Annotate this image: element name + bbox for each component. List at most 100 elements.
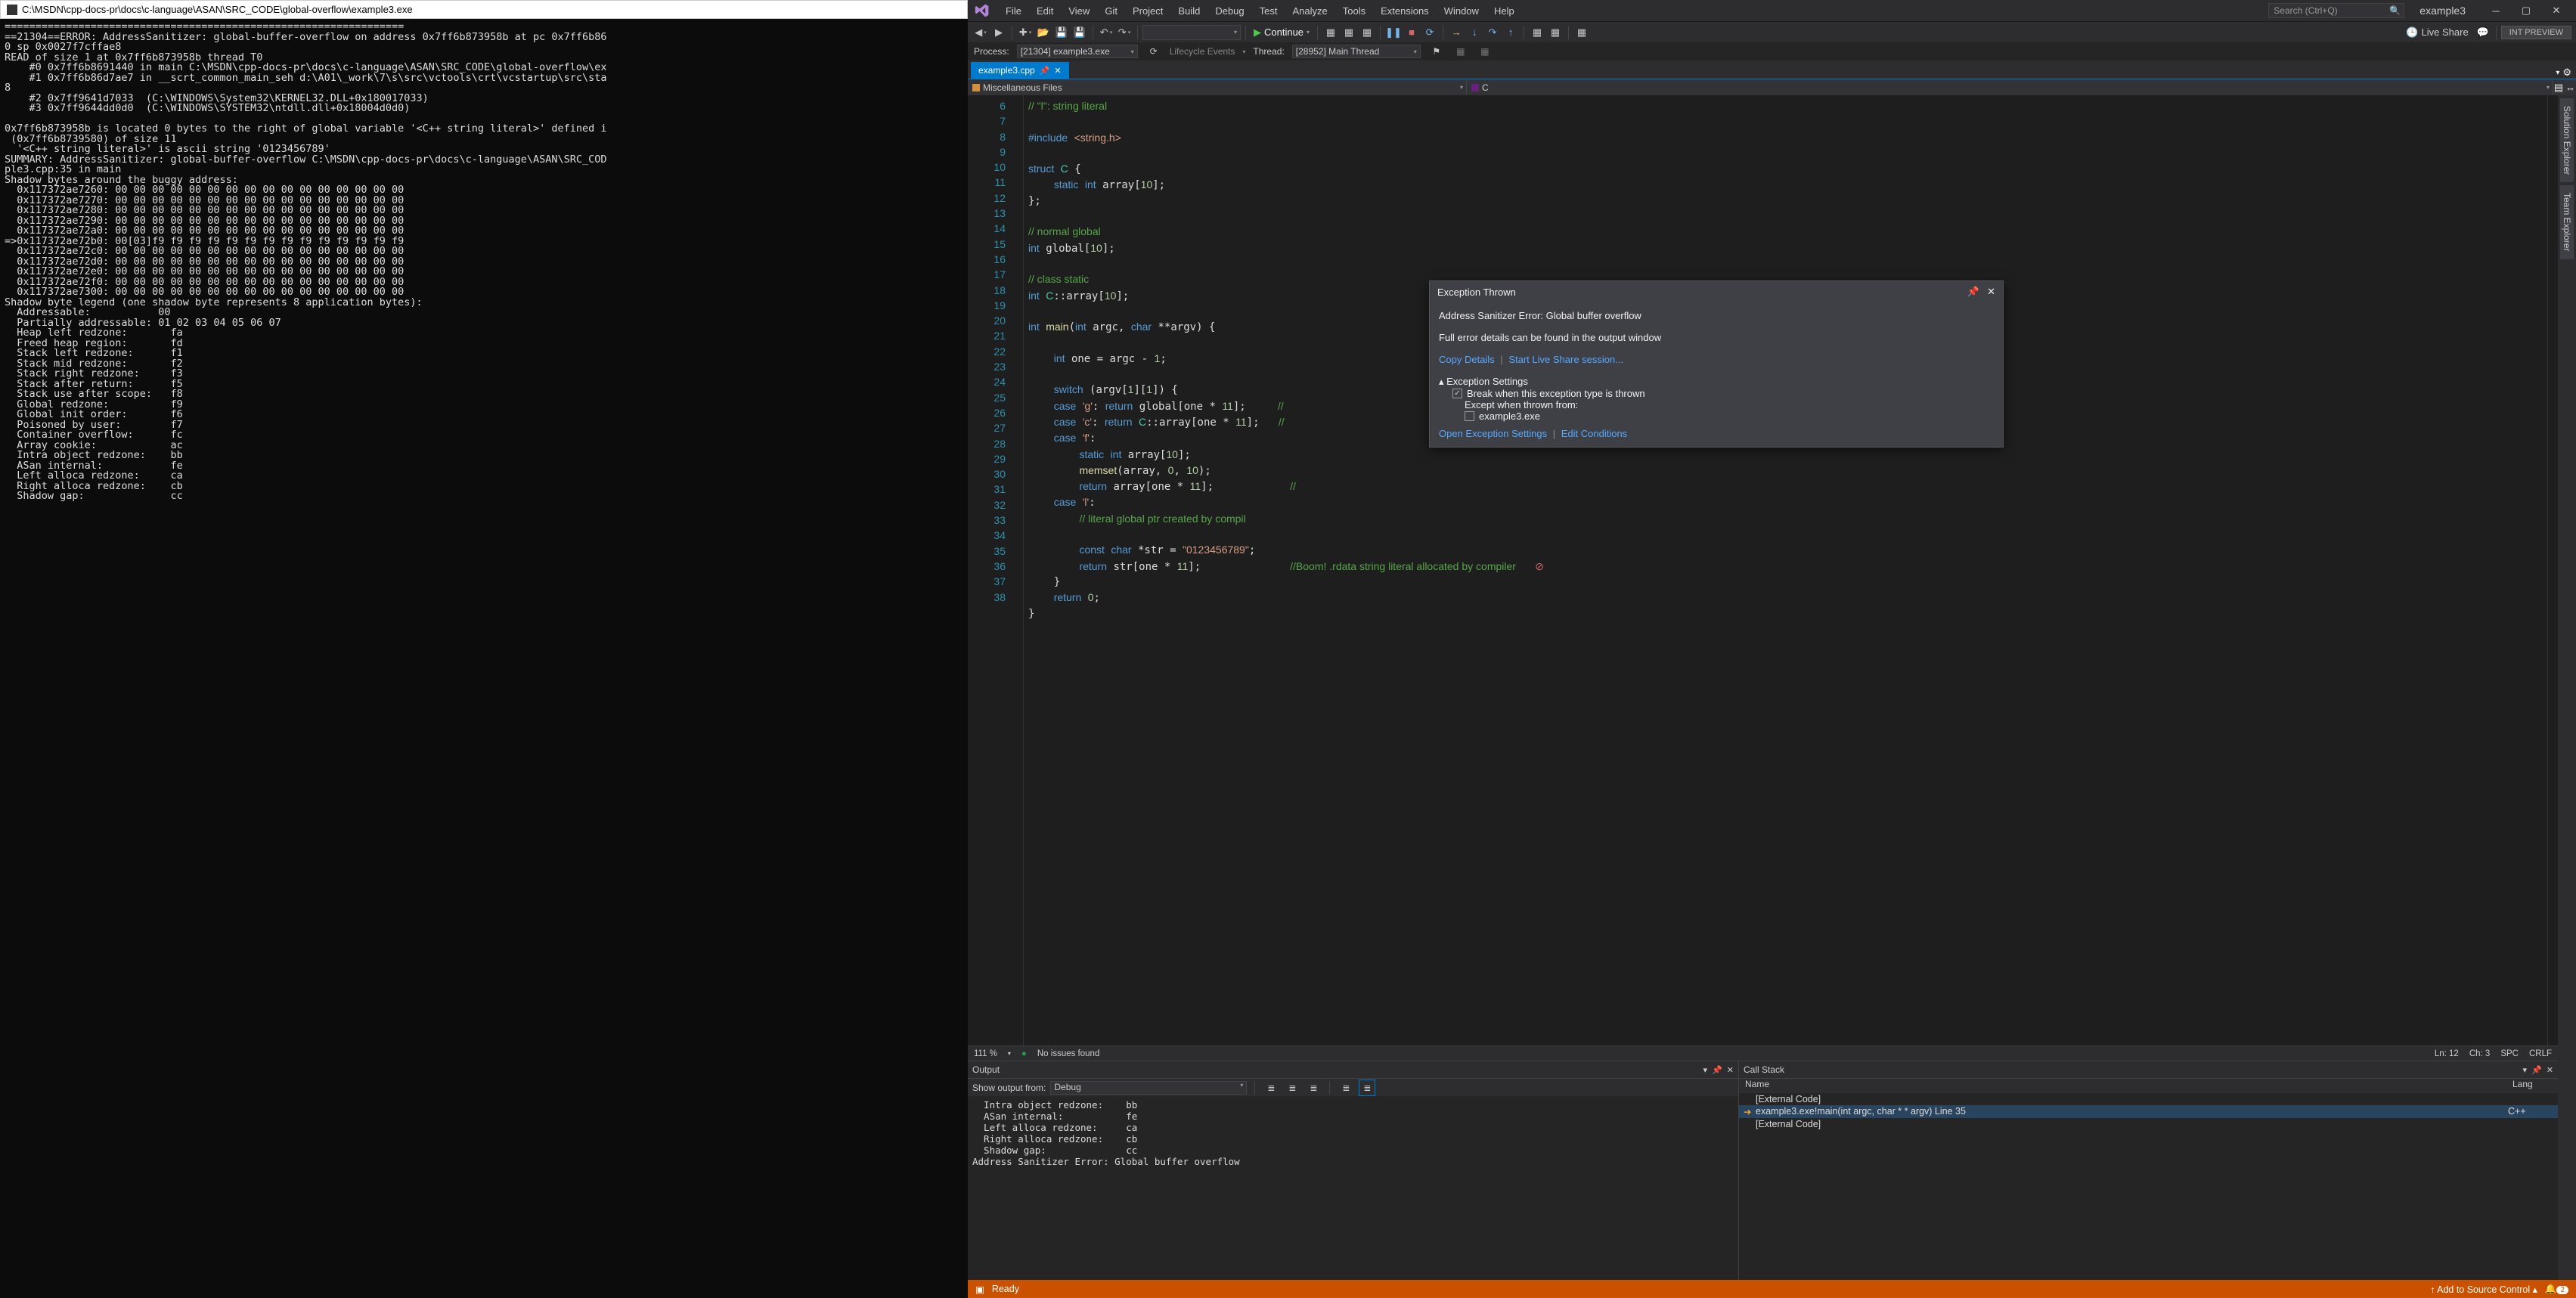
redo-button[interactable]: ↷ (1116, 24, 1133, 41)
tb-misc-2[interactable]: ▦ (1547, 24, 1564, 41)
maximize-button[interactable]: ▢ (2511, 1, 2541, 21)
output-tb-1[interactable]: ≣ (1263, 1080, 1279, 1096)
output-tb-4[interactable]: ≣ (1338, 1080, 1354, 1096)
expand-icon[interactable]: ↔ (2565, 82, 2575, 94)
callstack-dropdown-icon[interactable]: ▾ (2523, 1065, 2528, 1075)
nav-scope-combo[interactable]: C (1467, 80, 2553, 95)
callstack-rows[interactable]: [External Code] ➜ example3.exe!main(int … (1739, 1093, 2558, 1280)
tab-example3-cpp[interactable]: example3.cpp 📌 ✕ (971, 62, 1069, 79)
edit-conditions-link[interactable]: Edit Conditions (1561, 428, 1627, 439)
open-exception-settings-link[interactable]: Open Exception Settings (1439, 428, 1547, 439)
fold-gutter[interactable] (1013, 95, 1024, 1046)
exception-close-icon[interactable]: ✕ (1987, 286, 1995, 298)
menu-edit[interactable]: Edit (1031, 3, 1059, 19)
open-button[interactable]: 📂 (1035, 24, 1052, 41)
code-editor[interactable]: 6789101112131415161718192021222324252627… (968, 95, 2558, 1046)
tb-misc-1[interactable]: ▦ (1529, 24, 1545, 41)
menu-build[interactable]: Build (1172, 3, 1206, 19)
callstack-row-current[interactable]: ➜ example3.exe!main(int argc, char * * a… (1739, 1105, 2558, 1118)
minimize-button[interactable]: ─ (2481, 1, 2511, 21)
tabs-dropdown-icon[interactable]: ▾ (2556, 69, 2559, 77)
menu-window[interactable]: Window (1438, 3, 1485, 19)
copy-details-link[interactable]: Copy Details (1439, 354, 1495, 365)
add-to-source-control[interactable]: ↑ Add to Source Control ▴ (2430, 1284, 2537, 1295)
scrollbar[interactable] (2547, 95, 2558, 1046)
close-tab-icon[interactable]: ✕ (1054, 66, 1061, 76)
callstack-col-lang[interactable]: Lang (2512, 1079, 2558, 1093)
console-titlebar[interactable]: C:\MSDN\cpp-docs-pr\docs\c-language\ASAN… (0, 0, 968, 19)
callstack-pin-icon[interactable]: 📌 (2531, 1065, 2542, 1075)
continue-button[interactable]: ▶ Continue ▾ (1251, 26, 1313, 39)
callstack-row[interactable]: [External Code] (1739, 1093, 2558, 1105)
nav-project-combo[interactable]: Miscellaneous Files (968, 80, 1467, 95)
except-exe-checkbox[interactable] (1465, 411, 1474, 421)
menu-analyze[interactable]: Analyze (1286, 3, 1333, 19)
thread-icon-2[interactable]: ▦ (1452, 43, 1469, 60)
notification-bell[interactable]: 🔔2 (2545, 1284, 2568, 1295)
menu-test[interactable]: Test (1254, 3, 1284, 19)
int-preview-badge[interactable]: INT PREVIEW (2501, 26, 2571, 39)
tb-icon-3[interactable]: ▦ (1359, 24, 1375, 41)
output-tb-3[interactable]: ≣ (1305, 1080, 1322, 1096)
break-when-checkbox[interactable] (1452, 389, 1462, 398)
output-close-icon[interactable]: ✕ (1727, 1065, 1734, 1075)
menu-tools[interactable]: Tools (1337, 3, 1372, 19)
process-refresh-icon[interactable]: ⟳ (1145, 43, 1162, 60)
menu-help[interactable]: Help (1488, 3, 1520, 19)
menu-file[interactable]: File (1000, 3, 1028, 19)
output-pin-icon[interactable]: 📌 (1712, 1065, 1722, 1075)
tabs-gear-icon[interactable]: ⚙ (2562, 67, 2571, 79)
output-dropdown-icon[interactable]: ▾ (1703, 1065, 1708, 1075)
start-live-share-link[interactable]: Start Live Share session... (1508, 354, 1623, 365)
exception-settings-header[interactable]: ▴ Exception Settings (1439, 376, 1994, 388)
tb-misc-3[interactable]: ▦ (1573, 24, 1590, 41)
undo-button[interactable]: ↶ (1098, 24, 1114, 41)
restart-button[interactable]: ⟳ (1421, 24, 1438, 41)
output-source-combo[interactable]: Debug (1050, 1081, 1247, 1095)
output-tb-5[interactable]: ≣ (1359, 1080, 1375, 1096)
lifecycle-label[interactable]: Lifecycle Events (1170, 46, 1235, 57)
solution-explorer-tab[interactable]: Solution Explorer (2560, 98, 2574, 182)
menu-debug[interactable]: Debug (1209, 3, 1250, 19)
step-out-button[interactable]: ↑ (1502, 24, 1519, 41)
menu-git[interactable]: Git (1099, 3, 1124, 19)
nav-fwd-button[interactable]: ▶ (990, 24, 1007, 41)
feedback-button[interactable]: 💬 (2475, 24, 2491, 41)
team-explorer-tab[interactable]: Team Explorer (2560, 185, 2574, 259)
save-button[interactable]: 💾 (1053, 24, 1070, 41)
new-item-button[interactable]: ✚ (1017, 24, 1034, 41)
stop-button[interactable]: ■ (1403, 24, 1420, 41)
nav-back-button[interactable]: ◀ (972, 24, 989, 41)
menu-extensions[interactable]: Extensions (1375, 3, 1435, 19)
split-icon[interactable]: ▤ (2554, 82, 2563, 94)
output-content[interactable]: Intra object redzone: bb ASan internal: … (968, 1096, 1738, 1280)
config-combo[interactable] (1142, 25, 1241, 40)
pause-button[interactable]: ❚❚ (1385, 24, 1402, 41)
thread-icon-3[interactable]: ▦ (1477, 43, 1493, 60)
save-all-button[interactable]: 💾 (1071, 24, 1088, 41)
output-tb-2[interactable]: ≣ (1284, 1080, 1300, 1096)
menu-view[interactable]: View (1062, 3, 1096, 19)
menu-project[interactable]: Project (1127, 3, 1169, 19)
line-ending[interactable]: CRLF (2529, 1049, 2552, 1058)
pin-icon[interactable]: 📌 (1040, 66, 1050, 76)
search-input[interactable]: Search (Ctrl+Q) 🔍 (2268, 3, 2404, 18)
zoom-level[interactable]: 111 % (974, 1049, 997, 1058)
callstack-row[interactable]: [External Code] (1739, 1118, 2558, 1130)
tb-icon-2[interactable]: ▦ (1341, 24, 1357, 41)
close-button[interactable]: ✕ (2541, 1, 2571, 21)
thread-icon-1[interactable]: ⚑ (1428, 43, 1445, 60)
show-next-stmt-button[interactable]: → (1448, 24, 1465, 41)
nav-scope-label: C (1482, 82, 1489, 93)
thread-combo[interactable]: [28952] Main Thread (1292, 45, 1421, 58)
exception-pin-icon[interactable]: 📌 (1967, 286, 1979, 298)
code-content[interactable]: // "l": string literal #include <string.… (1024, 95, 2547, 1046)
callstack-close-icon[interactable]: ✕ (2547, 1065, 2553, 1075)
step-into-button[interactable]: ↓ (1466, 24, 1483, 41)
callstack-col-name[interactable]: Name (1739, 1079, 2512, 1093)
process-combo[interactable]: [21304] example3.exe (1017, 45, 1138, 58)
step-over-button[interactable]: ↷ (1484, 24, 1501, 41)
tb-icon-1[interactable]: ▦ (1322, 24, 1339, 41)
live-share-button[interactable]: 🕒 Live Share (2401, 26, 2472, 39)
indent-mode[interactable]: SPC (2500, 1049, 2519, 1058)
